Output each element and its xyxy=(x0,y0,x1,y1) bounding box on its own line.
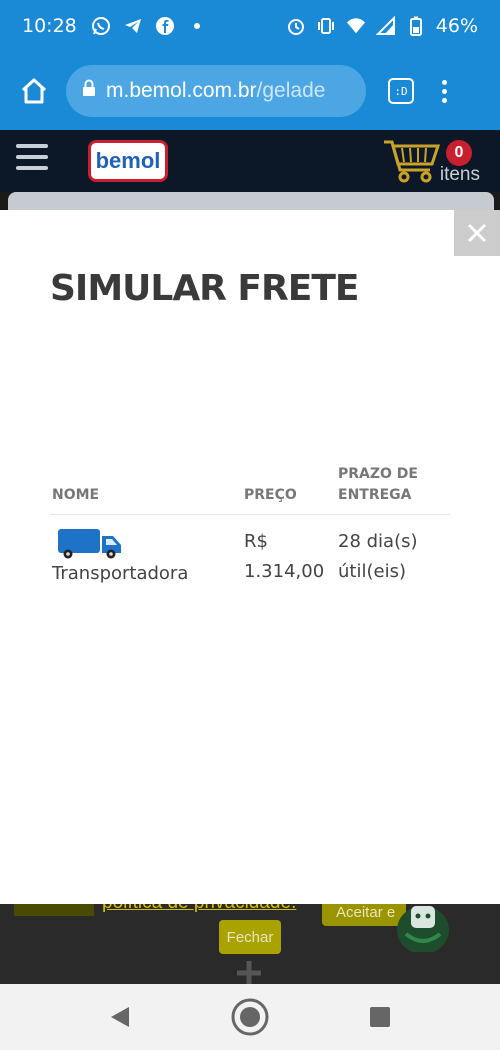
alarm-icon xyxy=(286,16,306,36)
cart-label: itens xyxy=(439,164,480,185)
modal-title: SIMULAR FRETE xyxy=(50,268,359,309)
battery-percent: 46% xyxy=(435,15,478,37)
cookie-consent-bar: política de privacidade. Aceitar e Fecha… xyxy=(0,904,500,984)
truck-icon xyxy=(58,529,121,559)
cookie-accent xyxy=(14,904,94,916)
cell-prazo: 28 dia(s) útil(eis) xyxy=(338,531,418,582)
plus-icon[interactable] xyxy=(234,958,264,984)
cart-icon xyxy=(384,140,441,183)
signal-icon xyxy=(375,16,396,36)
home-nav-button[interactable] xyxy=(230,997,270,1037)
url-host: m.bemol.com.br xyxy=(106,79,257,102)
close-cookies-button[interactable]: Fechar xyxy=(219,920,281,954)
cart-button[interactable]: 0 itens xyxy=(382,138,482,186)
clock: 10:28 xyxy=(22,15,77,37)
android-nav-bar xyxy=(0,984,500,1050)
cart-count-badge: 0 xyxy=(446,140,472,166)
header-prazo: PRAZO DE ENTREGA xyxy=(336,464,450,515)
freight-modal: SIMULAR FRETE NOME PREÇO PRAZO DE ENTREG… xyxy=(0,210,500,904)
lock-icon xyxy=(82,79,96,103)
facebook-icon xyxy=(155,16,175,36)
back-icon xyxy=(111,1007,129,1027)
whatsapp-icon xyxy=(91,16,111,36)
privacy-policy-link[interactable]: política de privacidade. xyxy=(102,904,296,914)
carrier-name: Transportadora xyxy=(52,563,189,584)
system-icons: 46% xyxy=(286,15,478,37)
recents-button[interactable] xyxy=(360,997,400,1037)
table-row: Transportadora R$ 1.314,00 28 dia(s) úti… xyxy=(50,515,450,602)
bemol-logo[interactable]: bemol xyxy=(88,140,168,182)
notification-icons xyxy=(91,16,207,36)
menu-dot xyxy=(442,79,447,85)
status-bar: 10:28 46% xyxy=(0,0,500,52)
telegram-icon xyxy=(123,16,143,36)
freight-table: NOME PREÇO PRAZO DE ENTREGA Transportado… xyxy=(50,464,450,601)
tab-switcher-button[interactable]: :D xyxy=(388,78,414,104)
cell-nome: Transportadora xyxy=(50,515,242,602)
home-icon xyxy=(21,78,47,104)
home-circle-icon xyxy=(231,998,269,1036)
back-button[interactable] xyxy=(100,997,140,1037)
site-header: bemol 0 itens xyxy=(0,130,500,192)
browser-menu-button[interactable] xyxy=(442,79,447,103)
browser-toolbar: m.bemol.com.br/gelade :D xyxy=(0,52,500,130)
vibrate-icon xyxy=(316,16,336,36)
close-icon xyxy=(467,223,487,243)
table-header-row: NOME PREÇO PRAZO DE ENTREGA xyxy=(50,464,450,515)
battery-icon xyxy=(406,16,426,36)
home-button[interactable] xyxy=(16,73,52,109)
recents-icon xyxy=(370,1007,390,1027)
url-path: /gelade xyxy=(256,79,326,102)
chat-mascot-icon[interactable] xyxy=(394,904,452,952)
close-button[interactable] xyxy=(454,210,500,256)
hamburger-menu-icon[interactable] xyxy=(16,144,48,170)
cell-preco: R$ 1.314,00 xyxy=(244,531,325,582)
menu-dot xyxy=(442,88,447,94)
wifi-icon xyxy=(346,16,366,36)
address-bar[interactable]: m.bemol.com.br/gelade xyxy=(66,65,366,117)
header-preco: PREÇO xyxy=(242,464,336,515)
dot-icon xyxy=(187,16,207,36)
header-nome: NOME xyxy=(50,464,242,515)
menu-dot xyxy=(442,97,447,103)
